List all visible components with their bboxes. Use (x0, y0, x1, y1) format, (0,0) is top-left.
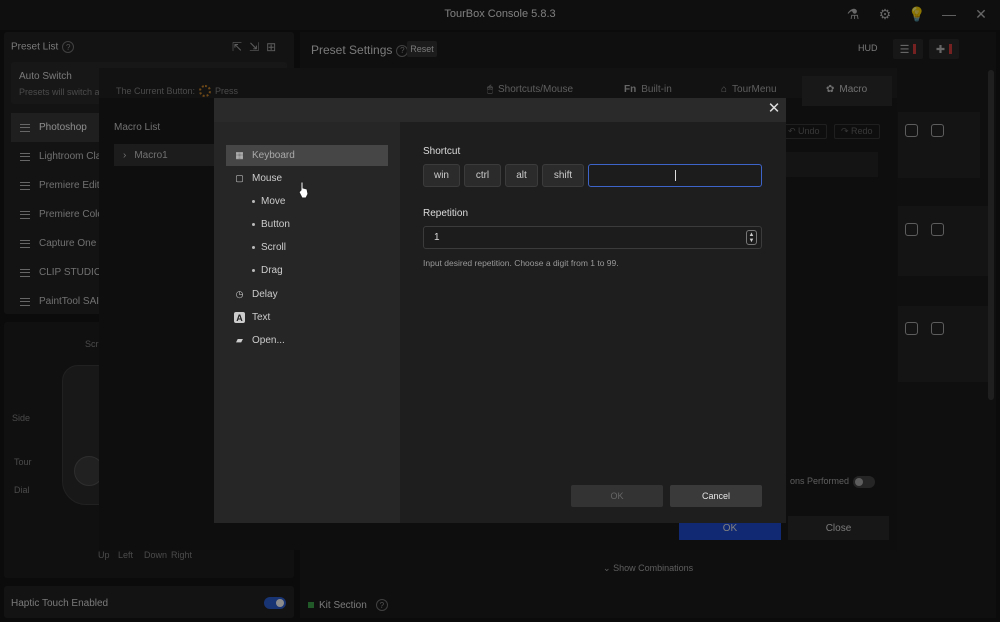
mouse-icon: ▢ (235, 173, 244, 183)
action-text[interactable]: A Text (226, 307, 388, 328)
text-caret (675, 170, 676, 181)
action-button[interactable]: Button (252, 215, 372, 233)
shift-key-button[interactable]: shift (542, 164, 584, 187)
pointer-cursor-icon (298, 181, 309, 199)
action-keyboard[interactable]: ▦ Keyboard (226, 145, 388, 166)
dialog-cancel-button[interactable]: Cancel (670, 485, 762, 507)
dialog-header (214, 98, 786, 122)
keyboard-icon: ▦ (235, 150, 244, 160)
text-icon: A (234, 312, 245, 323)
spinner-icon[interactable]: ▲ ▼ (746, 230, 757, 245)
shortcut-label: Shortcut (423, 146, 461, 157)
action-open[interactable]: ▰ Open... (226, 330, 388, 351)
ctrl-key-button[interactable]: ctrl (464, 164, 501, 187)
action-move[interactable]: Move (252, 192, 372, 210)
repetition-input[interactable]: 1 ▲ ▼ (423, 226, 762, 249)
repetition-hint: Input desired repetition. Choose a digit… (423, 258, 619, 268)
action-drag[interactable]: Drag (252, 261, 372, 279)
repetition-label: Repetition (423, 208, 469, 219)
shortcut-key-input[interactable] (588, 164, 762, 187)
win-key-button[interactable]: win (423, 164, 460, 187)
action-scroll[interactable]: Scroll (252, 238, 372, 256)
action-delay[interactable]: ◷ Delay (226, 284, 388, 305)
stopwatch-icon: ◷ (235, 289, 244, 299)
alt-key-button[interactable]: alt (505, 164, 538, 187)
dialog-ok-button[interactable]: OK (571, 485, 663, 507)
close-icon[interactable]: ✕ (766, 100, 782, 118)
folder-icon: ▰ (236, 335, 243, 345)
